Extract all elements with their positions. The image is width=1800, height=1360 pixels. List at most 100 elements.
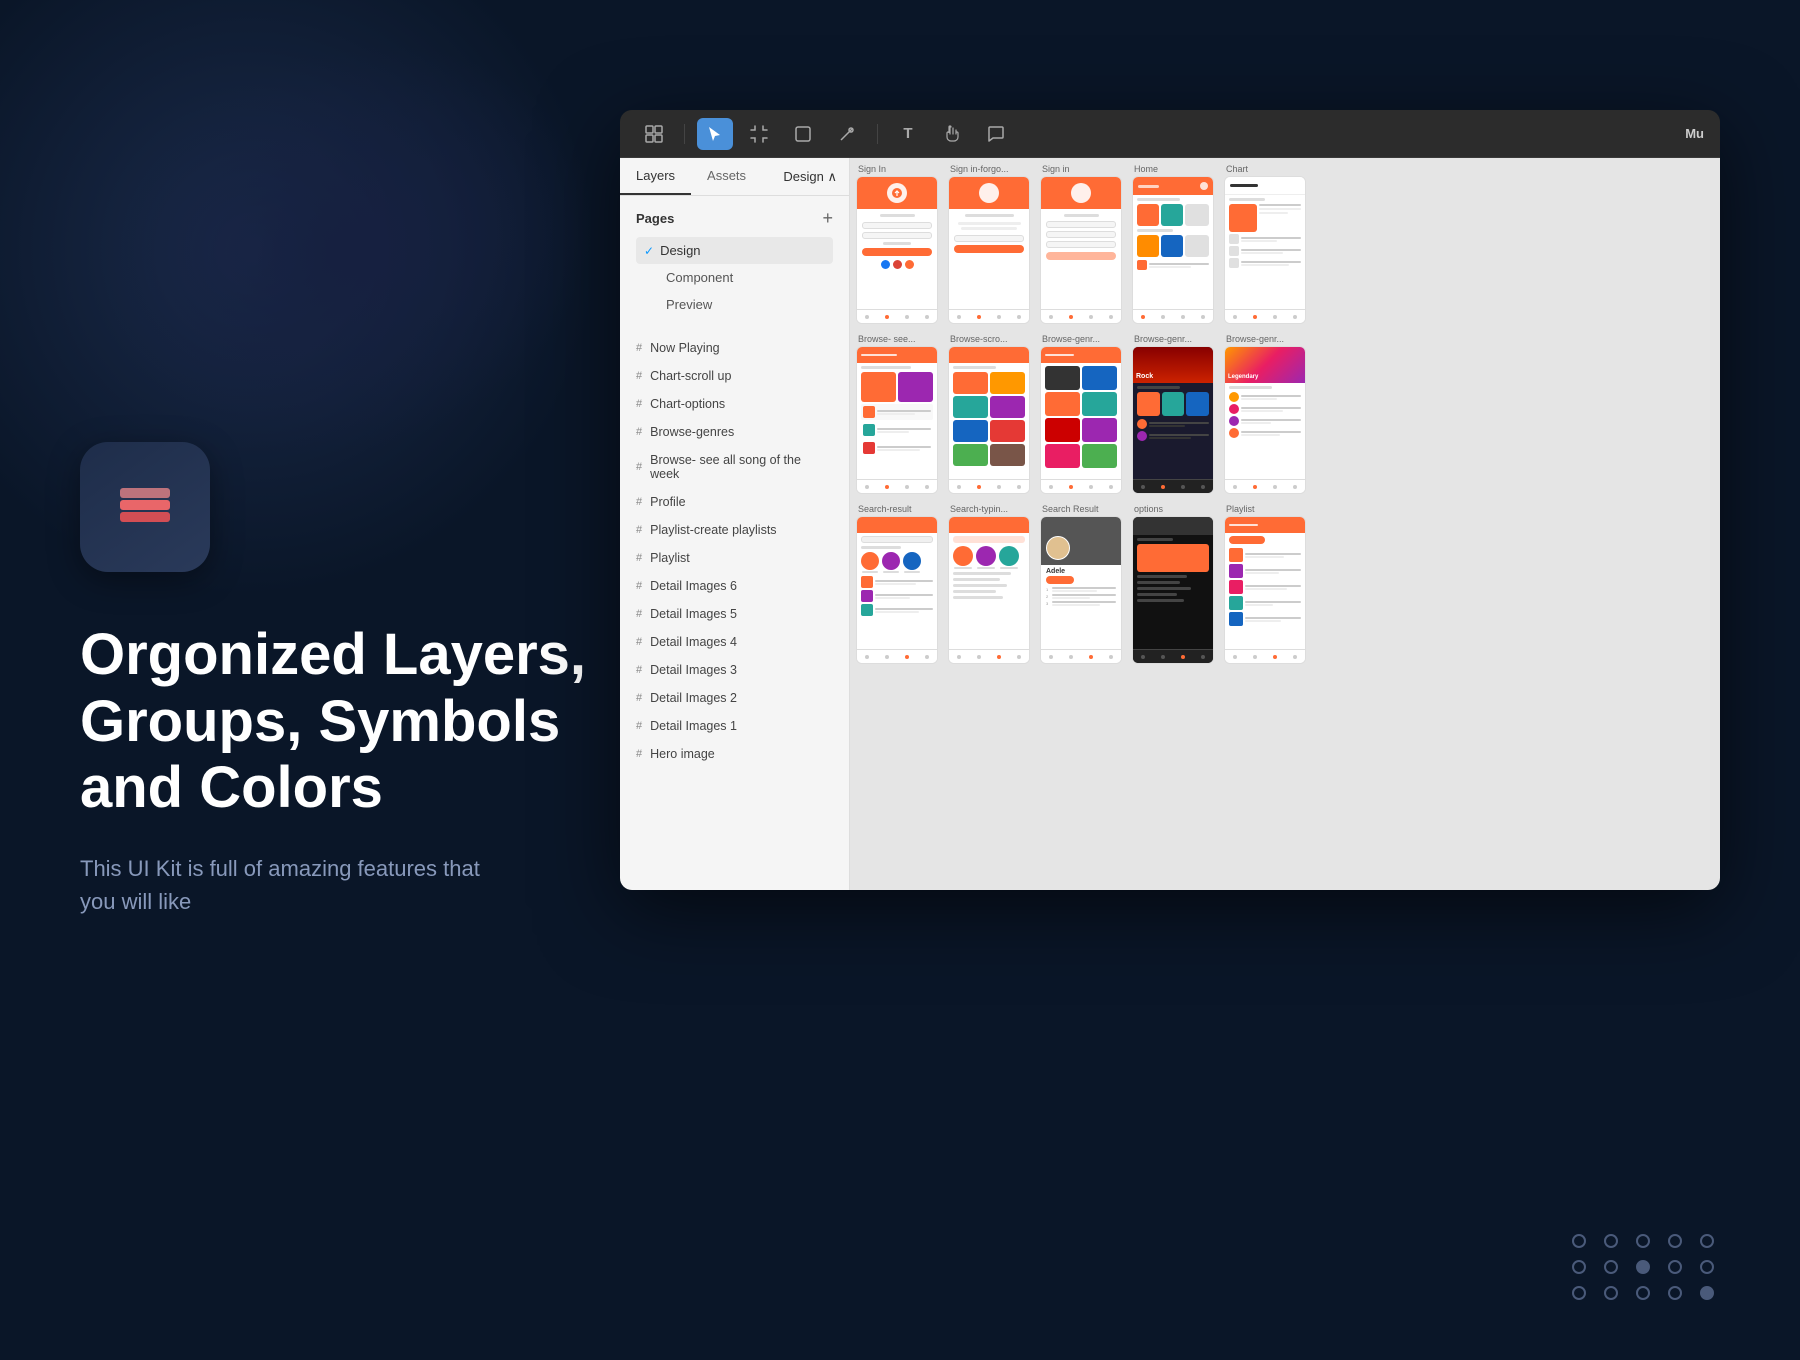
layer-detail-3[interactable]: # Detail Images 3 (620, 656, 849, 684)
sr-content (857, 533, 937, 619)
layer-profile[interactable]: # Profile (620, 488, 849, 516)
forgot-text (883, 242, 911, 245)
layer-browse-genres[interactable]: # Browse-genres (620, 418, 849, 446)
layer-chart-options[interactable]: # Chart-options (620, 390, 849, 418)
pl-title (1229, 524, 1258, 526)
sidebar[interactable]: Layers Assets Design ∧ Pages + ✓ Design … (620, 158, 850, 890)
page-component[interactable]: Component (636, 264, 833, 291)
sr2-content: Adele 1 (1041, 565, 1121, 609)
dot-2-1[interactable] (1572, 1260, 1586, 1274)
comment-tool[interactable] (978, 118, 1014, 150)
od-opt4 (1137, 593, 1177, 596)
genre-cell2 (990, 372, 1025, 394)
layer-playlist-create[interactable]: # Playlist-create playlists (620, 516, 849, 544)
tab-layers[interactable]: Layers (620, 158, 691, 195)
dot-2-5[interactable] (1700, 1260, 1714, 1274)
nav-dot (1017, 485, 1021, 489)
sr-name2 (883, 571, 899, 573)
legendary-content (1225, 383, 1305, 443)
nav-dot (957, 315, 961, 319)
dot-1-5[interactable] (1700, 1234, 1714, 1248)
canvas: Sign In (850, 158, 1720, 890)
sr-artist1 (861, 552, 879, 573)
dot-3-1[interactable] (1572, 1286, 1586, 1300)
layer-chart-scroll[interactable]: # Chart-scroll up (620, 362, 849, 390)
sotw-item2-text (877, 428, 931, 433)
screen-signin-label: Sign In (856, 164, 938, 174)
sotw-list (861, 404, 933, 456)
home-bottom-nav (1133, 309, 1213, 323)
screens-container: Sign In (856, 164, 1714, 664)
hand-tool[interactable] (934, 118, 970, 150)
dot-3-5[interactable] (1700, 1286, 1714, 1300)
layer-detail-1[interactable]: # Detail Images 1 (620, 712, 849, 740)
dot-2-3[interactable] (1636, 1260, 1650, 1274)
nav-dot (1049, 655, 1053, 659)
rock-img2 (1162, 392, 1185, 416)
rock-header: Rock (1133, 347, 1213, 383)
pl-line7 (1245, 601, 1301, 603)
layer-now-playing[interactable]: # Now Playing (620, 334, 849, 362)
legendary-list (1229, 392, 1301, 438)
layer-browse-genres-label: Browse-genres (650, 425, 734, 439)
pl-row5 (1229, 612, 1301, 626)
dot-3-3[interactable] (1636, 1286, 1650, 1300)
nav-dot (1273, 315, 1277, 319)
chart-item1 (1137, 235, 1159, 257)
dot-2-2[interactable] (1604, 1260, 1618, 1274)
leg-line5 (1241, 419, 1301, 421)
chart-line2 (1259, 208, 1301, 210)
rock-artist-text2 (1149, 434, 1209, 439)
grid-tool[interactable] (636, 118, 672, 150)
layer-browse-all[interactable]: # Browse- see all song of the week (620, 446, 849, 488)
nav-dot (1089, 315, 1093, 319)
nav-dot (977, 655, 981, 659)
layer-hero-image[interactable]: # Hero image (620, 740, 849, 768)
frame-tool[interactable] (741, 118, 777, 150)
page-preview[interactable]: Preview (636, 291, 833, 318)
layer-detail-2[interactable]: # Detail Images 2 (620, 684, 849, 712)
screen-home-label: Home (1132, 164, 1214, 174)
page-design[interactable]: ✓ Design (636, 237, 833, 264)
search-result2-screen: Adele 1 (1040, 516, 1122, 664)
sr-avatars (861, 552, 933, 573)
pages-add-button[interactable]: + (822, 208, 833, 229)
nav-dot (997, 315, 1001, 319)
dot-3-4[interactable] (1668, 1286, 1682, 1300)
browse-week-content (857, 363, 937, 461)
layers-section: # Now Playing # Chart-scroll up # Chart-… (620, 330, 849, 772)
tab-assets[interactable]: Assets (691, 158, 762, 195)
leg-text1 (1241, 395, 1301, 400)
pen-tool[interactable] (829, 118, 865, 150)
row-1: Sign In (856, 164, 1714, 324)
sr2-song-line6 (1052, 604, 1100, 606)
genre-cell5 (953, 420, 988, 442)
dot-1-1[interactable] (1572, 1234, 1586, 1248)
sotw3-line2 (877, 449, 920, 451)
genre-dark1 (1045, 366, 1080, 390)
dot-1-2[interactable] (1604, 1234, 1618, 1248)
sr-search-bar (861, 536, 933, 543)
dot-1-4[interactable] (1668, 1234, 1682, 1248)
layer-detail-4[interactable]: # Detail Images 4 (620, 628, 849, 656)
shape-tool[interactable] (785, 118, 821, 150)
rock-artist-row2 (1137, 431, 1209, 441)
genre-purple (1082, 418, 1117, 442)
home-header (1133, 177, 1213, 195)
main-area: Layers Assets Design ∧ Pages + ✓ Design … (620, 158, 1720, 890)
layer-detail-5[interactable]: # Detail Images 5 (620, 600, 849, 628)
sotw-item3-text (877, 446, 931, 451)
screen-signin: Sign In (856, 164, 938, 324)
dot-1-3[interactable] (1636, 1234, 1650, 1248)
layer-playlist[interactable]: # Playlist (620, 544, 849, 572)
dot-3-2[interactable] (1604, 1286, 1618, 1300)
dot-2-4[interactable] (1668, 1260, 1682, 1274)
sr2-song-row2: 2 (1046, 594, 1116, 599)
text-tool[interactable]: T (890, 118, 926, 150)
design-button[interactable]: Design ∧ (771, 158, 849, 195)
item-text (1149, 263, 1209, 268)
select-tool[interactable] (697, 118, 733, 150)
chart-content (1225, 195, 1305, 271)
pl-thumb1 (1229, 548, 1243, 562)
layer-detail-6[interactable]: # Detail Images 6 (620, 572, 849, 600)
